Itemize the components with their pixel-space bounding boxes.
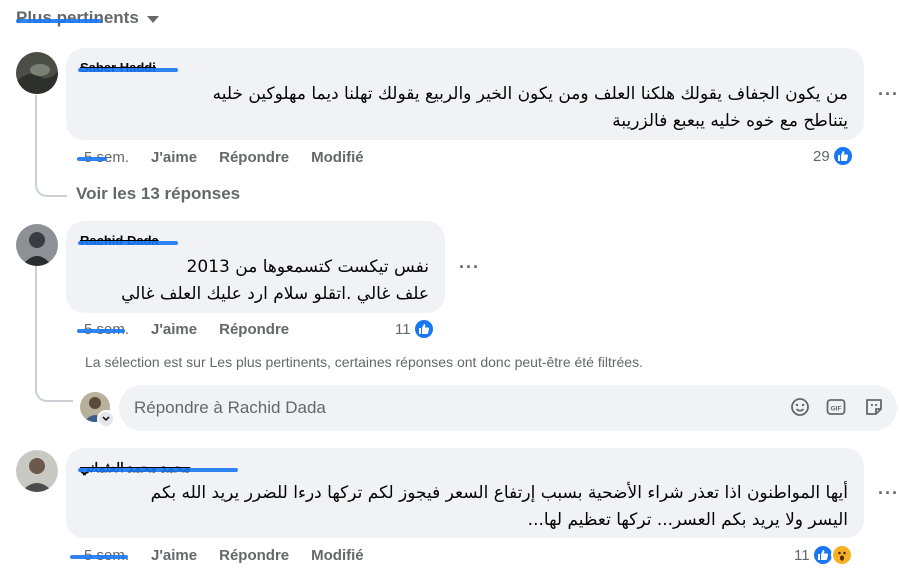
like-reaction-icon — [412, 318, 435, 340]
reaction-count: 11 — [395, 320, 411, 338]
comment-bubble: محمد محمد العثماني أيها المواطنون اذا تع… — [66, 448, 864, 538]
like-button[interactable]: J'aime — [151, 547, 197, 564]
redaction-scribble — [70, 555, 128, 559]
redaction-scribble — [16, 19, 102, 23]
svg-text:GIF: GIF — [831, 406, 842, 413]
reaction-count: 29 — [813, 147, 830, 165]
comment-actions: 5 sem. J'aime Répondre Modifié — [84, 547, 386, 564]
comment-bubble: Saber Haddi من يكون الجفاف يقولك هلكنا ا… — [66, 48, 864, 140]
filter-notice: La sélection est sur Les plus pertinents… — [85, 354, 643, 370]
avatar-photo-icon — [16, 450, 58, 492]
comment-line: يتناطح مع خوه خليه يبعبع فالزريبة — [612, 111, 848, 131]
thread-line — [35, 95, 37, 183]
reply-placeholder: Répondre à Rachid Dada — [134, 398, 326, 417]
like-button[interactable]: J'aime — [151, 321, 197, 338]
avatar-photo-icon — [16, 224, 58, 266]
sort-label: Plus pertinents — [16, 8, 139, 27]
caret-down-icon — [146, 16, 159, 23]
avatar[interactable] — [16, 450, 58, 492]
redaction-scribble — [77, 329, 125, 333]
emoji-icon[interactable] — [789, 396, 811, 418]
reaction-summary[interactable]: 29 — [813, 145, 854, 167]
view-replies-link[interactable]: Voir les 13 réponses — [76, 184, 240, 204]
comment-line: اليسر ولا يريد بكم العسر... تركها تعظيم … — [527, 510, 848, 530]
comment-line: من يكون الجفاف يقولك هلكنا العلف ومن يكو… — [212, 84, 848, 104]
chevron-down-icon[interactable] — [97, 410, 115, 428]
like-reaction-icon — [831, 145, 854, 167]
reaction-summary[interactable]: 11 — [794, 544, 853, 566]
sort-selector[interactable]: Plus pertinents — [16, 8, 159, 28]
thread-connector — [35, 380, 73, 402]
thread-line — [35, 266, 37, 386]
more-options-icon[interactable]: ··· — [878, 483, 899, 504]
thread-connector — [35, 175, 67, 197]
more-options-icon[interactable]: ··· — [878, 84, 899, 105]
comment-line: علف غالي .اتقلو سلام ارد عليك العلف غالي — [121, 284, 429, 304]
reply-button[interactable]: Répondre — [219, 547, 289, 564]
comment-actions: 5 sem. J'aime Répondre Modifié — [84, 149, 386, 166]
edited-label: Modifié — [311, 149, 364, 166]
reaction-count: 11 — [794, 546, 810, 564]
comment-line: أيها المواطنون اذا تعذر شراء الأضحية بسب… — [150, 483, 848, 503]
redaction-scribble — [78, 241, 178, 245]
redaction-scribble — [78, 68, 178, 72]
comment-bubble: Rachid Dada نفس تيكست كتسمعوها من 2013 ع… — [66, 221, 445, 313]
reply-button[interactable]: Répondre — [219, 321, 289, 338]
wow-reaction-icon — [830, 544, 853, 566]
comment-line: نفس تيكست كتسمعوها من 2013 — [186, 257, 429, 277]
gif-icon[interactable]: GIF — [825, 396, 847, 418]
like-button[interactable]: J'aime — [151, 149, 197, 166]
redaction-scribble — [78, 468, 238, 472]
more-options-icon[interactable]: ··· — [459, 257, 480, 278]
avatar-photo-icon — [16, 52, 58, 94]
reaction-summary[interactable]: 11 — [395, 318, 435, 340]
avatar[interactable] — [16, 224, 58, 266]
redaction-scribble — [77, 157, 107, 161]
sticker-icon[interactable] — [863, 396, 885, 418]
avatar[interactable] — [16, 52, 58, 94]
reply-button[interactable]: Répondre — [219, 149, 289, 166]
reply-input[interactable]: Répondre à Rachid Dada GIF — [119, 385, 897, 431]
edited-label: Modifié — [311, 547, 364, 564]
